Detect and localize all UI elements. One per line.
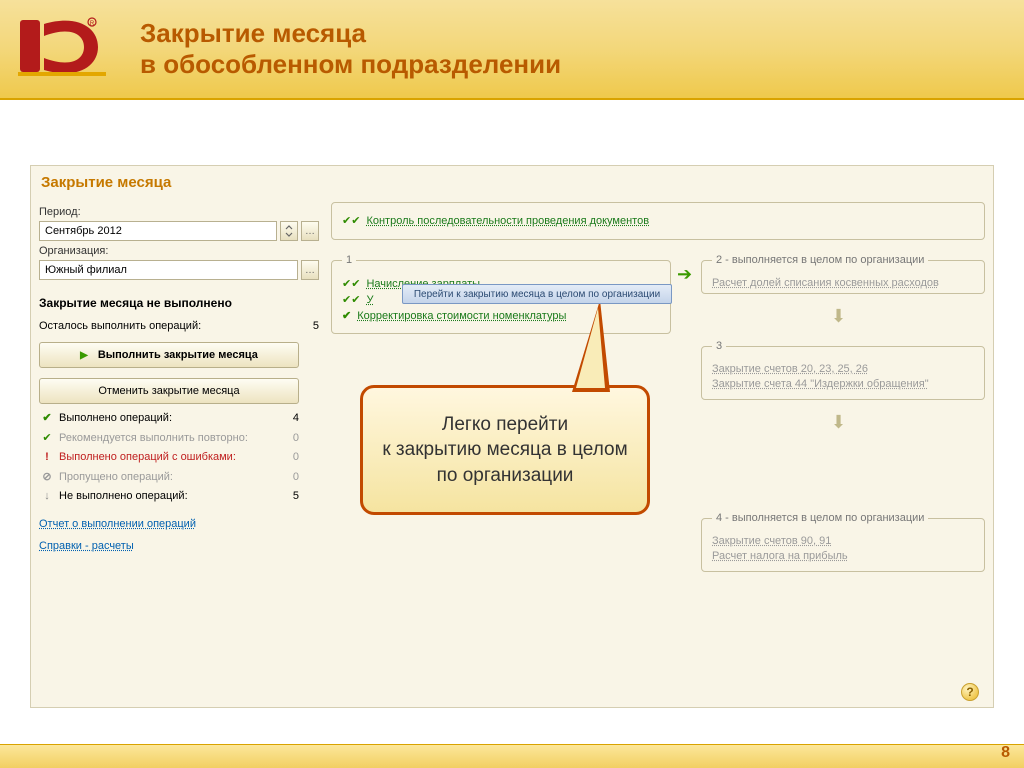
callout-text: Легко перейти к закрытию месяца в целом …	[382, 412, 627, 489]
op-close-44[interactable]: Закрытие счета 44 "Издержки обращения"	[712, 378, 929, 390]
check-icon: ✔	[39, 411, 55, 424]
group-1-legend: 1	[342, 254, 356, 266]
execute-button[interactable]: ▶ Выполнить закрытие месяца	[39, 342, 299, 368]
play-icon: ▶	[80, 350, 88, 361]
period-picker[interactable]: …	[301, 221, 319, 241]
op-indirect-costs[interactable]: Расчет долей списания косвенных расходов	[712, 277, 939, 289]
error-icon: !	[39, 451, 55, 463]
op-close-90-91[interactable]: Закрытие счетов 90, 91	[712, 535, 831, 547]
op-cost-correction[interactable]: Корректировка стоимости номенклатуры	[357, 310, 566, 322]
skipped-value: 0	[293, 471, 299, 483]
group-2-legend: 2 - выполняется в целом по организации	[712, 254, 928, 266]
doublecheck-icon: ✔✔	[342, 293, 360, 306]
app-title: Закрытие месяца	[31, 166, 993, 195]
org-label: Организация:	[39, 245, 319, 257]
errors-label: Выполнено операций с ошибками:	[59, 451, 236, 463]
page-number: 8	[1001, 744, 1010, 762]
org-picker[interactable]: …	[301, 260, 319, 280]
remaining-value: 5	[313, 320, 319, 332]
slide-footer	[0, 744, 1024, 768]
period-input[interactable]: Сентябрь 2012	[39, 221, 277, 241]
doublecheck-icon: ✔	[39, 431, 55, 444]
remaining-label: Осталось выполнить операций:	[39, 320, 201, 332]
org-input[interactable]: Южный филиал	[39, 260, 298, 280]
skip-icon: ⊘	[39, 470, 55, 483]
arrow-down-icon: ⬇	[831, 412, 846, 433]
check-icon: ✔	[342, 309, 351, 322]
op-control-sequence[interactable]: Контроль последовательности проведения д…	[366, 215, 649, 227]
period-label: Период:	[39, 206, 319, 218]
arrow-down-icon: ⬇	[831, 306, 846, 327]
op-profit-tax[interactable]: Расчет налога на прибыль	[712, 550, 848, 562]
arrow-right-icon: ➔	[677, 264, 692, 285]
notdone-label: Не выполнено операций:	[59, 490, 188, 502]
svg-text:R: R	[90, 21, 95, 27]
doublecheck-icon: ✔✔	[342, 214, 360, 227]
slide-title: Закрытие месяца в обособленном подраздел…	[140, 18, 561, 80]
repeat-value: 0	[293, 432, 299, 444]
group-2: 2 - выполняется в целом по организации Р…	[701, 254, 985, 294]
tooltip-goto-org-closing[interactable]: Перейти к закрытию месяца в целом по орг…	[402, 284, 672, 304]
notdone-value: 5	[293, 490, 299, 502]
skipped-label: Пропущено операций:	[59, 471, 173, 483]
refs-link[interactable]: Справки - расчеты	[39, 540, 134, 552]
op-close-20-26[interactable]: Закрытие счетов 20, 23, 25, 26	[712, 363, 868, 375]
doublecheck-icon: ✔✔	[342, 277, 360, 290]
report-link[interactable]: Отчет о выполнении операций	[39, 518, 196, 530]
done-value: 4	[293, 412, 299, 424]
done-label: Выполнено операций:	[59, 412, 172, 424]
group-3-legend: 3	[712, 340, 726, 352]
logo-1c: R	[18, 14, 106, 80]
help-icon[interactable]: ?	[961, 683, 979, 701]
op-hidden[interactable]: У	[366, 294, 373, 306]
period-spinner[interactable]	[280, 221, 298, 241]
status-title: Закрытие месяца не выполнено	[39, 296, 319, 310]
cancel-button[interactable]: Отменить закрытие месяца	[39, 378, 299, 404]
errors-value: 0	[293, 451, 299, 463]
group-4: 4 - выполняется в целом по организации З…	[701, 512, 985, 572]
repeat-label: Рекомендуется выполнить повторно:	[59, 432, 248, 444]
callout-bubble: Легко перейти к закрытию месяца в целом …	[360, 385, 650, 515]
top-group: ✔✔ Контроль последовательности проведени…	[331, 202, 985, 240]
arrow-down-icon: ↓	[39, 490, 55, 502]
group-3: 3 Закрытие счетов 20, 23, 25, 26 Закрыти…	[701, 340, 985, 400]
group-4-legend: 4 - выполняется в целом по организации	[712, 512, 928, 524]
